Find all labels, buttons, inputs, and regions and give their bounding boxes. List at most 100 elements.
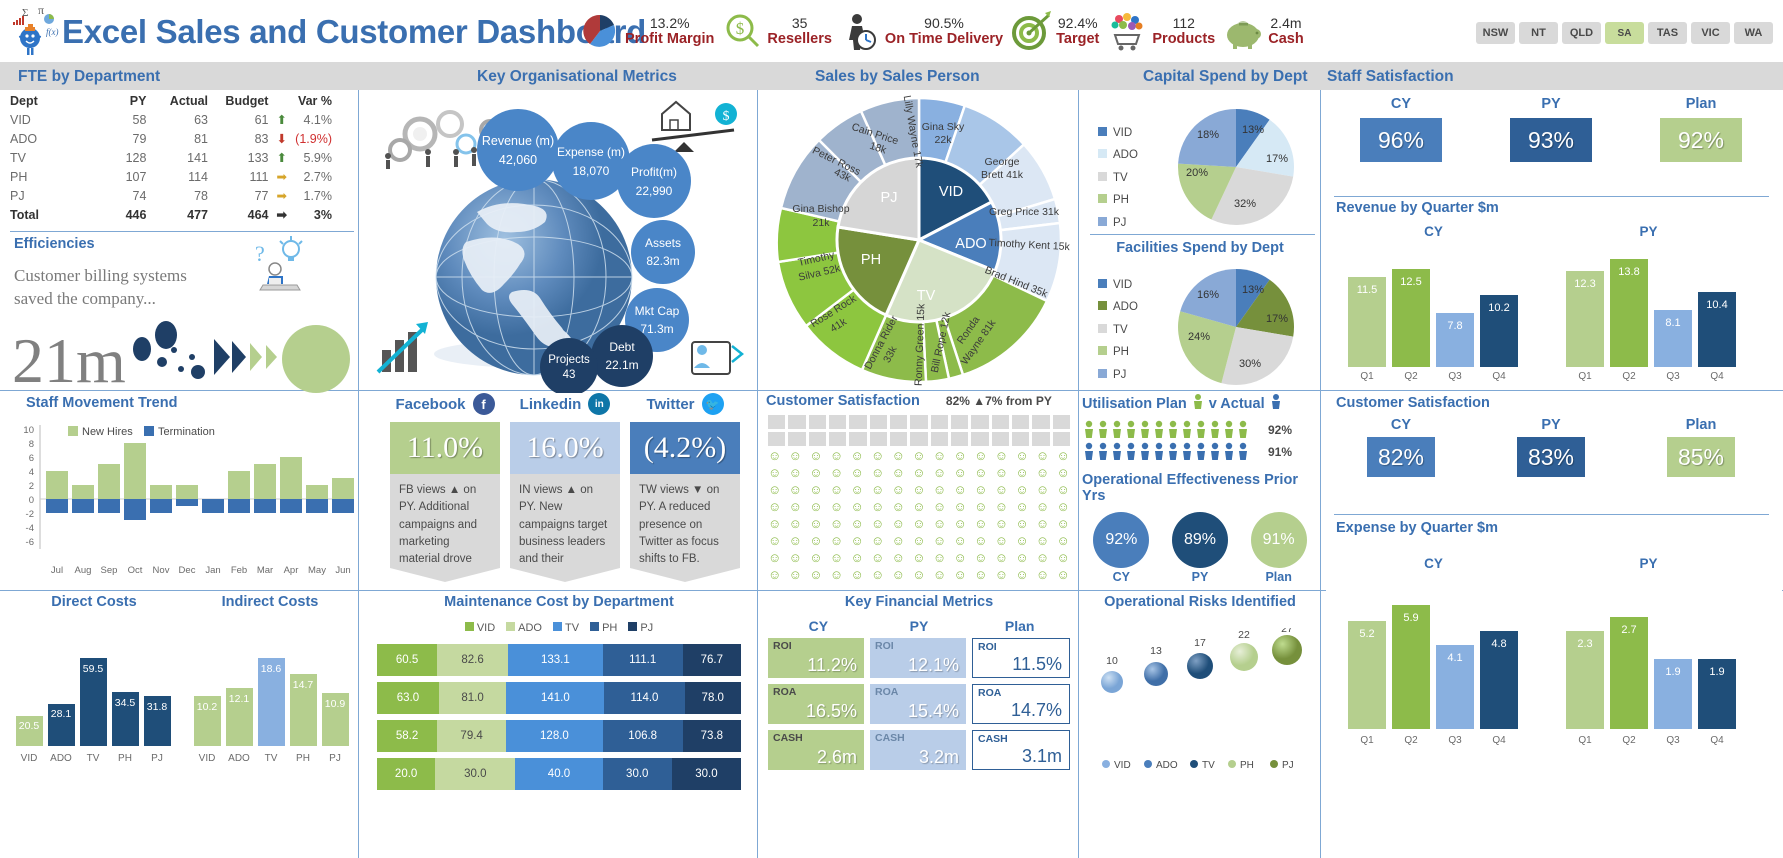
svg-text:28.1: 28.1 [51, 708, 72, 720]
metric-bubble-projects: Projects 43 [540, 338, 598, 396]
cell-actual: 141 [187, 150, 208, 165]
revenue-by-quarter-chart[interactable]: Revenue by Quarter $m CY PY 11.5 12.5 7.… [1326, 200, 1782, 390]
social-value: (4.2%) [630, 422, 740, 474]
slicer-tas[interactable]: TAS [1648, 22, 1687, 44]
divider [358, 591, 359, 858]
cell-var: 1.7% [303, 188, 333, 203]
svg-text:20%: 20% [1186, 167, 1208, 179]
operational-risks-chart[interactable]: Operational Risks Identified 10 13 17 22… [1082, 594, 1318, 856]
person-clock-icon [838, 9, 882, 53]
social-card-facebook: Facebook f 11.0% FB views ▲ on PY. Addit… [390, 393, 500, 589]
smiley-icon: ☺ [974, 516, 988, 531]
svg-text:Apr: Apr [284, 565, 299, 576]
slicer-nt[interactable]: NT [1519, 22, 1558, 44]
state-slicer-group[interactable]: NSW NT QLD SA TAS VIC WA [1476, 22, 1773, 44]
svg-text:Q2: Q2 [1404, 735, 1418, 746]
slicer-vic[interactable]: VIC [1691, 22, 1730, 44]
cell-actual: 114 [188, 169, 208, 184]
slicer-sa[interactable]: SA [1605, 22, 1644, 44]
cell-dept: PJ [10, 188, 25, 203]
social-card-twitter: Twitter 🐦 (4.2%) TW views ▼ on PY. A red… [630, 393, 740, 589]
social-name: Twitter [646, 395, 695, 413]
table-row: PJ 74 78 77 ➡ 1.7% [6, 186, 336, 205]
divider [1090, 234, 1315, 235]
smiley-icon: ☺ [891, 567, 905, 582]
smiley-icon: ☺ [871, 448, 885, 463]
smiley-icon: ☺ [788, 465, 802, 480]
svg-text:13%: 13% [1242, 124, 1264, 136]
staff-satisfaction-panel: CY PY Plan 96% 93% 92% [1326, 96, 1776, 186]
svg-text:5.2: 5.2 [1359, 628, 1374, 640]
cs-right-col-py: PY [1541, 417, 1561, 433]
arrow-right-icon: ➡ [276, 189, 287, 203]
smiley-icon: ☺ [829, 465, 844, 480]
smiley-icon: ☺ [850, 499, 864, 514]
expense-by-quarter-chart[interactable]: Expense by Quarter $m CY PY 5.2 5.9 4.1 … [1326, 520, 1782, 770]
svg-text:0: 0 [29, 495, 34, 506]
smiley-icon: ☺ [994, 550, 1008, 565]
maintenance-cost-chart[interactable]: Maintenance Cost by Department VID ADO T… [362, 594, 756, 856]
smiley-icon: ☺ [912, 567, 926, 582]
smiley-icon: ☺ [850, 533, 864, 548]
utilisation-value-2: 91% [1268, 445, 1293, 459]
costs-panel[interactable]: Direct Costs Indirect Costs 20.5 28.1 59… [6, 594, 358, 856]
svg-text:VID: VID [21, 753, 38, 764]
smiley-icon: ☺ [912, 448, 926, 463]
dashboard-header: Σ π f(x) Excel Sales and Customer Dashbo… [0, 0, 1783, 62]
divider [1078, 90, 1079, 390]
smiley-icon: ☺ [891, 448, 905, 463]
section-title-sales-person: Sales by Sales Person [815, 68, 980, 85]
person-icon [1113, 420, 1121, 438]
smiley-icon: ☺ [829, 550, 844, 565]
smiley-icon: ☺ [932, 533, 947, 548]
metric-bubble-profit: Profit(m) 22,990 [617, 144, 691, 218]
cell-dept: ADO [10, 131, 38, 146]
waffle-cell-empty [991, 432, 1009, 446]
person-icon [1211, 420, 1219, 438]
kpi-label: Target [1056, 30, 1100, 47]
svg-text:Q1: Q1 [1578, 371, 1592, 382]
dashboard-root: Σ π f(x) Excel Sales and Customer Dashbo… [0, 0, 1783, 858]
smiley-icon: ☺ [829, 448, 844, 463]
col-py: PY [129, 94, 147, 108]
sunburst-label: Gina Sky [922, 121, 965, 133]
smiley-icon: ☺ [932, 448, 947, 463]
kpi-label: Cash [1268, 30, 1304, 47]
svg-text:Dec: Dec [179, 565, 196, 576]
smiley-icon: ☺ [809, 499, 823, 514]
smiley-icon: ☺ [768, 499, 782, 514]
svg-text:Q4: Q4 [1492, 735, 1506, 746]
smiley-icon: ☺ [1035, 499, 1050, 514]
person-icon [1155, 420, 1163, 438]
cell-budget: 83 [254, 131, 269, 146]
kfm-title: Key Financial Metrics [844, 594, 994, 610]
smiley-icon: ☺ [994, 465, 1008, 480]
slicer-qld[interactable]: QLD [1562, 22, 1601, 44]
person-icon [1197, 420, 1205, 438]
capital-spend-chart[interactable]: VID ADO TV PH PJ 13% 17% 32% 20% 18% [1084, 100, 1316, 230]
svg-text:Aug: Aug [75, 565, 92, 576]
svg-text:32%: 32% [1234, 198, 1256, 210]
waffle-cell-empty [808, 415, 826, 429]
svg-text:PH: PH [118, 753, 132, 764]
svg-text:12.5: 12.5 [1400, 276, 1421, 288]
facilities-spend-chart[interactable]: VID ADO TV PH PJ 13% 17% 30% 24% 16% [1084, 266, 1316, 390]
kpi-label: Resellers [767, 30, 832, 47]
bar-chart-arrow-icon [376, 322, 428, 374]
table-header-row: Dept PY Actual Budget Var % [6, 92, 336, 110]
kfm-row-roa: ROA 16.5% ROA 15.4% ROA 14.7% [768, 684, 1070, 724]
smiley-icon: ☺ [994, 448, 1008, 463]
sales-by-sales-person-chart[interactable]: VID ADO TV PH PJ Gina Sky 22k George Bre… [760, 92, 1078, 388]
smiley-icon: ☺ [953, 499, 967, 514]
divider [1320, 591, 1321, 858]
opeff-value-plan: 91% [1250, 512, 1307, 568]
person-icon [1211, 442, 1219, 460]
slicer-wa[interactable]: WA [1734, 22, 1773, 44]
svg-text:30%: 30% [1239, 358, 1261, 370]
metric-bubble-revenue: Revenue (m) 42,060 [477, 109, 559, 191]
person-icon [1169, 420, 1177, 438]
facilities-spend-title: Facilities Spend by Dept [1116, 240, 1284, 256]
slicer-nsw[interactable]: NSW [1476, 22, 1515, 44]
staff-movement-trend-chart[interactable]: Staff Movement Trend 10 8 6 4 2 0 -2 -4 … [8, 395, 358, 588]
svg-text:PJ: PJ [1282, 760, 1294, 771]
